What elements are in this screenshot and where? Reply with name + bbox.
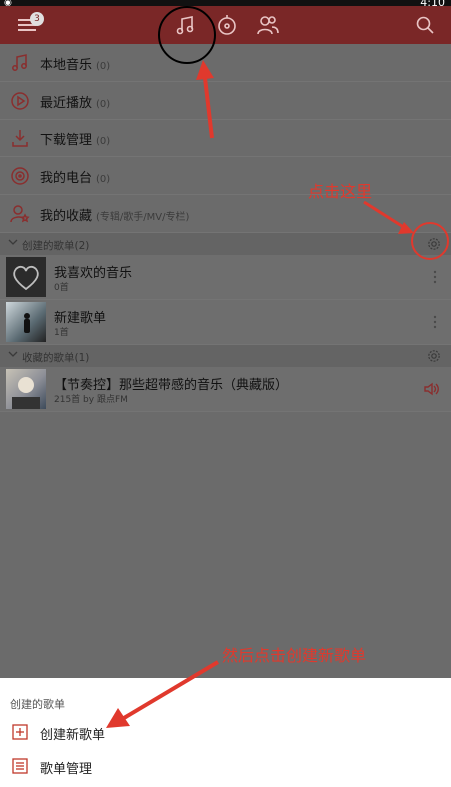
- menu-item-radio[interactable]: 我的电台 (0): [0, 157, 451, 195]
- figure-image-icon: [24, 313, 30, 333]
- section-label: 收藏的歌单(1): [22, 352, 90, 364]
- create-playlist-option[interactable]: 创建新歌单: [0, 716, 451, 748]
- user-favorites-icon: [10, 205, 30, 223]
- collected-playlists-header[interactable]: 收藏的歌单(1): [0, 345, 451, 367]
- playlist-title: 【节奏控】那些超带感的音乐（典藏版）: [54, 378, 289, 393]
- menu-item-downloads[interactable]: 下载管理 (0): [0, 119, 451, 157]
- manage-playlist-option[interactable]: 歌单管理: [0, 750, 451, 782]
- chevron-down-icon: [8, 351, 18, 357]
- radio-icon: [11, 167, 29, 185]
- top-bar: 3: [0, 6, 451, 44]
- playlist-row[interactable]: 新建歌单 1首: [0, 300, 451, 345]
- portrait-image-icon: [12, 377, 40, 409]
- playlist-subtitle: 0首: [54, 283, 69, 293]
- menu-item-label: 本地音乐 (0): [40, 58, 111, 73]
- download-icon: [12, 130, 28, 147]
- playlist-row[interactable]: 我喜欢的音乐 0首: [0, 255, 451, 300]
- more-vertical-icon[interactable]: [433, 314, 437, 330]
- music-note-icon[interactable]: [172, 12, 198, 38]
- recent-play-icon: [11, 92, 29, 110]
- list-manage-icon: [12, 758, 28, 774]
- manage-playlist-label: 歌单管理: [40, 762, 93, 777]
- playlist-subtitle: 1首: [54, 328, 69, 338]
- menu-item-label: 下载管理 (0): [40, 133, 111, 148]
- playlist-cover: [6, 369, 46, 409]
- radio-disc-icon[interactable]: [214, 12, 240, 38]
- sheet-title: 创建的歌单: [10, 698, 65, 711]
- menu-item-favorites[interactable]: 我的收藏 (专辑/歌手/MV/专栏): [0, 195, 451, 233]
- search-icon[interactable]: [412, 12, 438, 38]
- bottom-sheet: 创建的歌单 创建新歌单 歌单管理: [0, 678, 451, 787]
- gear-icon[interactable]: [427, 237, 441, 251]
- playlist-title: 新建歌单: [54, 311, 107, 326]
- playlist-row[interactable]: 【节奏控】那些超带感的音乐（典藏版） 215首 by 跟点FM: [0, 367, 451, 412]
- menu-item-label: 我的收藏 (专辑/歌手/MV/专栏): [40, 209, 190, 224]
- menu-item-label: 我的电台 (0): [40, 171, 111, 186]
- menu-item-label: 最近播放 (0): [40, 96, 111, 111]
- more-vertical-icon[interactable]: [433, 269, 437, 285]
- playlist-cover: [6, 302, 46, 342]
- annotation-then-create: 然后点击创建新歌单: [222, 646, 367, 665]
- created-playlists-header[interactable]: 创建的歌单(2): [0, 233, 451, 255]
- menu-item-local-music[interactable]: 本地音乐 (0): [0, 44, 451, 82]
- create-playlist-label: 创建新歌单: [40, 728, 106, 743]
- chevron-down-icon: [8, 239, 18, 245]
- gear-icon[interactable]: [427, 349, 441, 363]
- section-label: 创建的歌单(2): [22, 240, 90, 252]
- playlist-title: 我喜欢的音乐: [54, 266, 133, 281]
- annotation-click-here: 点击这里: [308, 182, 373, 201]
- playlist-subtitle: 215首 by 跟点FM: [54, 395, 128, 405]
- friends-icon[interactable]: [255, 12, 281, 38]
- menu-item-recent[interactable]: 最近播放 (0): [0, 82, 451, 120]
- speaker-playing-icon[interactable]: [423, 381, 439, 397]
- playlist-cover: [6, 257, 46, 297]
- plus-square-icon: [12, 724, 28, 740]
- heart-icon: [13, 265, 39, 291]
- music-note-icon: [12, 54, 27, 71]
- notification-badge: 3: [30, 12, 44, 26]
